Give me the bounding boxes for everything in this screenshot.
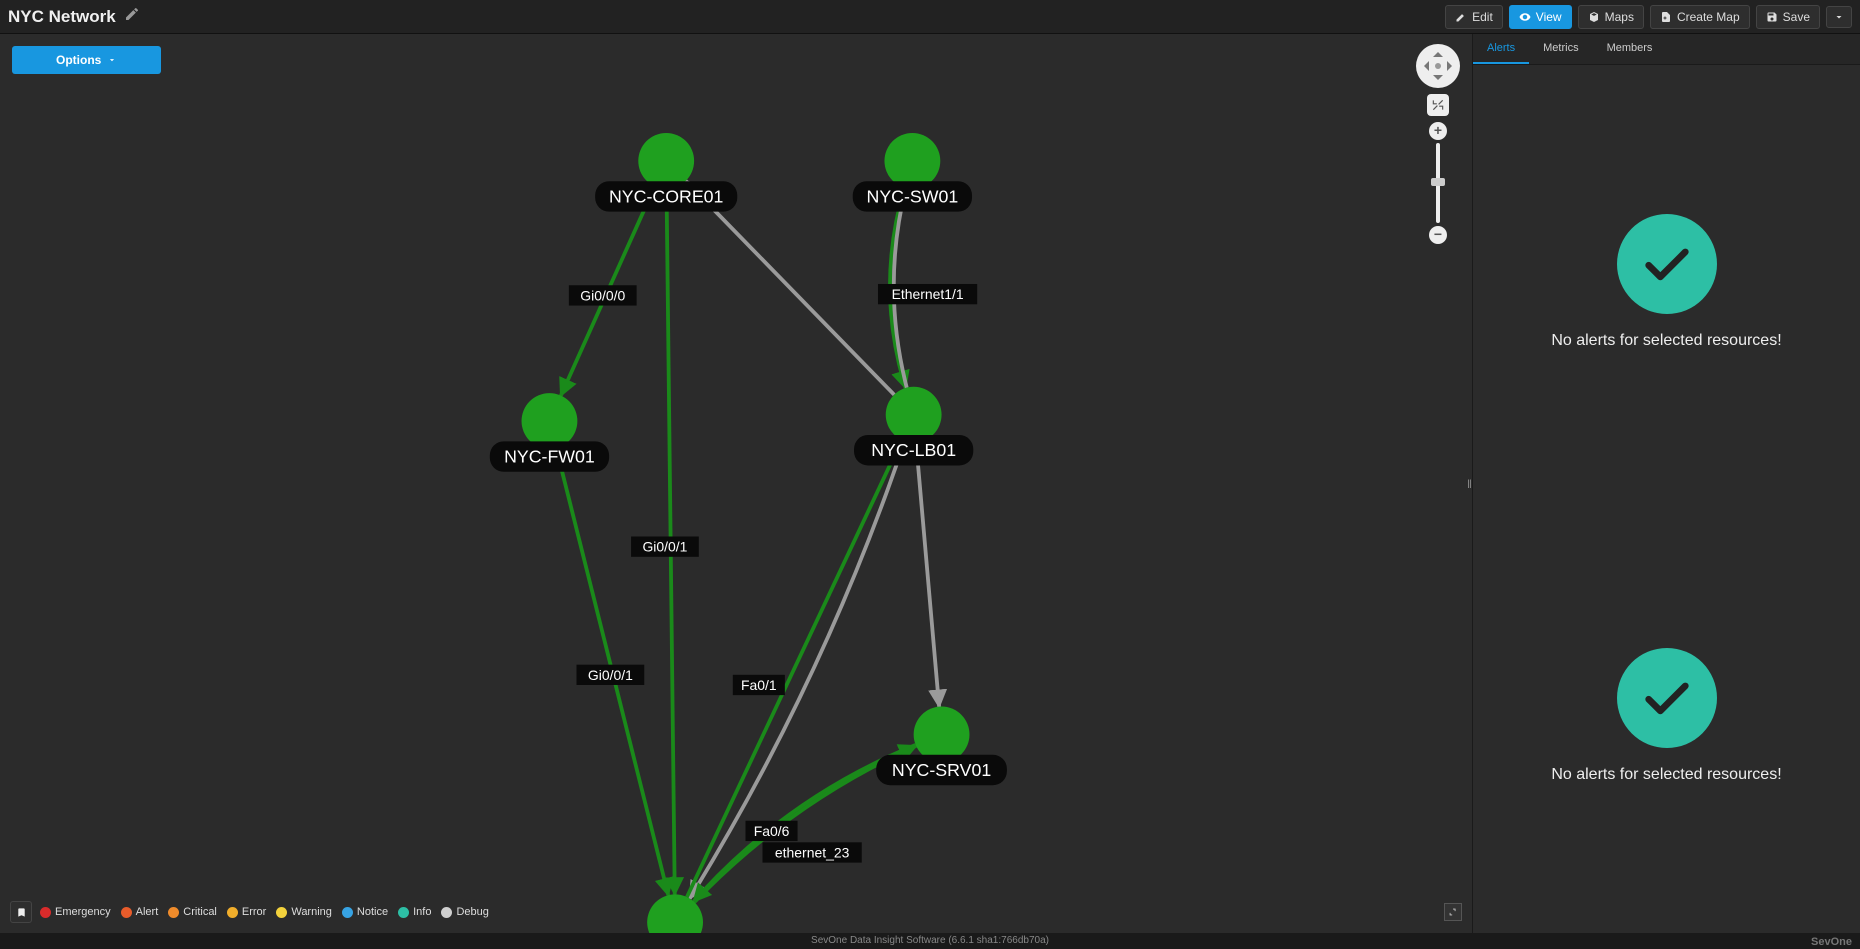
edit-button[interactable]: Edit [1445,5,1503,29]
topology-node[interactable]: NYC-SRV01 [876,707,1007,786]
legend-label: Alert [136,906,159,918]
legend-dot [398,907,409,918]
topology-node[interactable]: NYC-LB01 [854,387,973,466]
footer-text: SevOne Data Insight Software (6.6.1 sha1… [811,935,1049,946]
edge-label: Ethernet1/1 [878,284,977,304]
maps-button-label: Maps [1605,10,1634,24]
footer-brand: SevOne [1811,936,1852,948]
side-tabs: Alerts Metrics Members [1473,34,1860,65]
topology-edge[interactable] [686,181,894,395]
edge-label: Gi0/0/0 [569,285,637,305]
alerts-panel-body: No alerts for selected resources! No ale… [1473,65,1860,933]
page-title: NYC Network [8,7,116,27]
legend-bar: Emergency Alert Critical Error Warning Notice… [10,901,1462,923]
topology-node[interactable]: NYC-CORE01 [595,133,737,212]
main-area: Options + − [0,34,1860,933]
legend-item: Emergency [40,906,111,918]
chevron-down-icon [1833,11,1845,23]
svg-text:Gi0/0/0: Gi0/0/0 [580,287,625,303]
save-button-label: Save [1783,10,1810,24]
legend-item: Warning [276,906,332,918]
legend-label: Notice [357,906,388,918]
legend-label: Emergency [55,906,111,918]
bookmark-button[interactable] [10,901,32,923]
node-label: NYC-LB01 [871,440,956,460]
expand-button[interactable] [1444,903,1462,921]
topology-svg: NYC-CORE01 NYC-SW01 NYC-FW01 NYC-LB01 NYC-SR… [0,34,1472,933]
node-label: NYC-FW01 [504,447,595,467]
panel-splitter[interactable]: ‖ [1467,477,1472,491]
edge-label: Gi0/0/1 [631,537,699,557]
topology-node[interactable]: NYC-FW01 [490,393,609,472]
view-button-label: View [1536,10,1562,24]
svg-text:ethernet_23: ethernet_23 [775,844,850,860]
top-bar: NYC Network Edit View Maps Create Map Sa… [0,0,1860,34]
legend-label: Warning [291,906,332,918]
create-map-button[interactable]: Create Map [1650,5,1750,29]
legend-item: Notice [342,906,388,918]
node-label: NYC-CORE01 [609,186,723,206]
svg-text:Fa0/6: Fa0/6 [754,823,790,839]
node-label: NYC-SRV01 [892,760,991,780]
legend-dot [441,907,452,918]
legend-label: Info [413,906,431,918]
tab-alerts[interactable]: Alerts [1473,34,1529,64]
legend-label: Error [242,906,266,918]
legend-label: Critical [183,906,217,918]
tab-metrics[interactable]: Metrics [1529,34,1592,64]
legend-item: Critical [168,906,217,918]
legend-item: Debug [441,906,488,918]
svg-text:Gi0/0/1: Gi0/0/1 [642,539,687,555]
save-dropdown-button[interactable] [1826,6,1852,28]
edit-title-icon[interactable] [124,6,140,27]
side-panel: Alerts Metrics Members No alerts for sel… [1472,34,1860,933]
topology-node[interactable]: NYC-SW01 [853,133,972,212]
bookmark-icon [16,906,27,919]
check-icon [1617,648,1717,748]
legend-dot [40,907,51,918]
edit-button-label: Edit [1472,10,1493,24]
maps-button[interactable]: Maps [1578,5,1644,29]
create-map-button-label: Create Map [1677,10,1740,24]
edge-label: Gi0/0/1 [576,665,644,685]
edge-label: Fa0/1 [733,675,785,695]
legend-item: Alert [121,906,159,918]
svg-text:Ethernet1/1: Ethernet1/1 [892,286,964,302]
edge-label: Fa0/6 [746,821,798,841]
svg-text:Fa0/1: Fa0/1 [741,677,777,693]
expand-icon [1448,907,1458,917]
edge-label: ethernet_23 [763,842,862,862]
legend-item: Info [398,906,431,918]
legend-dot [276,907,287,918]
tab-members[interactable]: Members [1593,34,1667,64]
legend-dot [342,907,353,918]
legend-label: Debug [456,906,488,918]
topology-edge[interactable] [916,442,939,706]
save-button[interactable]: Save [1756,5,1820,29]
legend-item: Error [227,906,266,918]
topology-canvas[interactable]: Options + − [0,34,1472,933]
no-alerts-text: No alerts for selected resources! [1551,766,1781,784]
node-label: NYC-SW01 [867,186,959,206]
alert-status-block: No alerts for selected resources! [1473,499,1860,933]
footer: SevOne Data Insight Software (6.6.1 sha1… [0,933,1860,949]
svg-text:Gi0/0/1: Gi0/0/1 [588,667,633,683]
alert-status-block: No alerts for selected resources! [1473,65,1860,499]
check-icon [1617,214,1717,314]
legend-dot [227,907,238,918]
legend-dot [121,907,132,918]
no-alerts-text: No alerts for selected resources! [1551,332,1781,350]
view-button[interactable]: View [1509,5,1572,29]
legend-dot [168,907,179,918]
